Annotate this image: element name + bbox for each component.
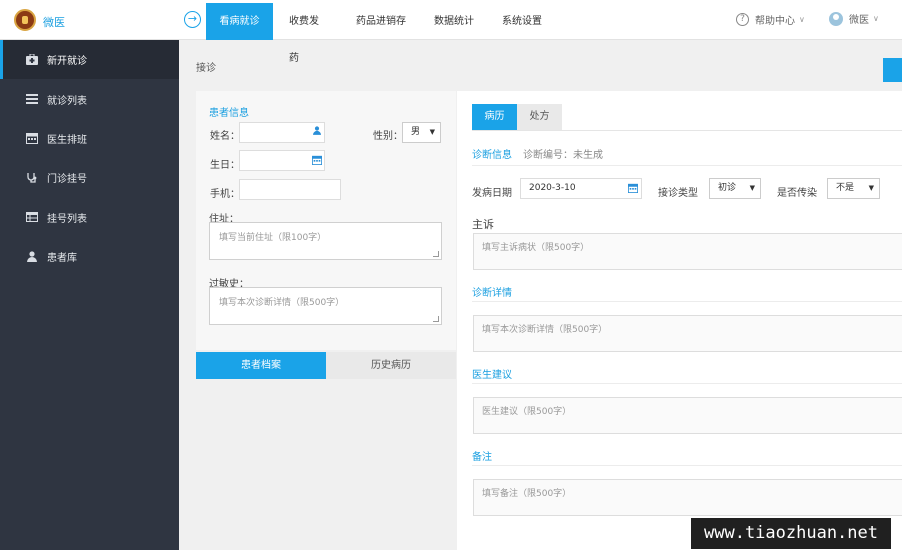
remark-textarea[interactable]: 填写备注（限500字） <box>473 479 902 516</box>
birthday-label: 生日： <box>210 160 240 171</box>
diagnosis-number: 诊断编号：未生成 <box>523 150 603 161</box>
record-tabs: 病历 处方 <box>472 104 562 130</box>
address-placeholder: 填写当前住址（限100字） <box>219 233 327 243</box>
sidebar-item-registration-list[interactable]: 挂号列表 <box>0 198 179 237</box>
contagious-select[interactable]: 不是 ▼ <box>827 178 880 199</box>
logo-icon <box>14 9 36 31</box>
tab-history-records[interactable]: 历史病历 <box>326 352 456 379</box>
action-button-edge[interactable] <box>883 58 902 82</box>
nav-item-inventory[interactable]: 药品进销存 <box>342 3 421 40</box>
onset-date-input[interactable]: 2020-3-10 <box>520 178 642 199</box>
patient-info-title: 患者信息 <box>209 108 249 119</box>
chevron-down-icon: ∨ <box>799 15 805 24</box>
sidebar-item-label: 医生排班 <box>47 134 87 146</box>
tab-medical-record[interactable]: 病历 <box>472 104 517 130</box>
sidebar-item-label: 门诊挂号 <box>47 174 87 186</box>
avatar <box>829 11 843 26</box>
divider <box>472 130 902 131</box>
sidebar-item-visit-list[interactable]: 就诊列表 <box>0 79 179 118</box>
user-name: 微医 <box>849 15 869 26</box>
help-center-label: 帮助中心 <box>755 16 795 27</box>
name-label: 姓名： <box>210 131 240 142</box>
divider <box>472 465 902 466</box>
help-center-menu[interactable]: ? 帮助中心 ∨ <box>736 12 805 27</box>
remark-placeholder: 填写备注（限500字） <box>482 489 572 499</box>
stethoscope-icon <box>26 172 38 184</box>
top-bar: 微医 → 看病就诊 收费发药 药品进销存 数据统计 系统设置 ? 帮助中心 ∨ … <box>0 0 902 64</box>
top-nav: 看病就诊 收费发药 药品进销存 数据统计 系统设置 <box>206 3 569 64</box>
diagnosis-detail-textarea[interactable]: 填写本次诊断详情（限500字） <box>473 315 902 352</box>
diagnosis-detail-title: 诊断详情 <box>472 288 512 299</box>
breadcrumb: 接诊 <box>196 63 216 74</box>
user-icon <box>313 126 321 138</box>
sidebar: 新开就诊 就诊列表 医生排班 门诊挂号 挂号列表 患者库 <box>0 40 179 550</box>
diagnosis-detail-placeholder: 填写本次诊断详情（限500字） <box>482 325 608 335</box>
remark-title: 备注 <box>472 452 492 463</box>
contagious-value: 不是 <box>836 183 855 193</box>
sidebar-item-label: 就诊列表 <box>47 95 87 107</box>
sidebar-item-label: 新开就诊 <box>47 56 87 68</box>
medical-kit-icon <box>26 54 38 66</box>
calendar-icon <box>628 183 638 196</box>
caret-down-icon: ▼ <box>429 128 435 136</box>
visit-type-value: 初诊 <box>718 183 737 193</box>
address-textarea[interactable]: 填写当前住址（限100字） <box>209 222 442 260</box>
gender-label: 性别： <box>373 131 403 142</box>
nav-item-billing[interactable]: 收费发药 <box>273 3 342 64</box>
contagious-label: 是否传染 <box>777 188 817 199</box>
user-icon <box>26 251 38 263</box>
allergy-textarea[interactable]: 填写本次诊断详情（限500字） <box>209 287 442 325</box>
watermark: www.tiaozhuan.net <box>691 518 891 549</box>
sidebar-item-label: 挂号列表 <box>47 213 87 225</box>
onset-date-value: 2020-3-10 <box>529 183 576 193</box>
calendar-icon <box>312 155 322 168</box>
nav-item-settings[interactable]: 系统设置 <box>489 3 569 40</box>
caret-down-icon: ▼ <box>749 184 755 192</box>
nav-item-statistics[interactable]: 数据统计 <box>421 3 489 40</box>
arrow-right-circle-icon[interactable]: → <box>184 11 201 28</box>
tab-prescription[interactable]: 处方 <box>517 104 562 130</box>
allergy-placeholder: 填写本次诊断详情（限500字） <box>219 298 345 308</box>
visit-type-label: 接诊类型 <box>658 188 698 199</box>
list-icon <box>26 93 38 105</box>
sidebar-item-label: 患者库 <box>47 253 77 265</box>
patient-tabs: 患者档案 历史病历 <box>196 352 456 379</box>
chief-complaint-placeholder: 填写主诉病状（限500字） <box>482 243 590 253</box>
phone-label: 手机： <box>210 189 240 200</box>
sidebar-item-patient-library[interactable]: 患者库 <box>0 237 179 276</box>
divider <box>472 383 902 384</box>
calendar-icon <box>26 132 38 145</box>
chief-complaint-textarea[interactable]: 填写主诉病状（限500字） <box>473 233 902 270</box>
visit-type-select[interactable]: 初诊 ▼ <box>709 178 761 199</box>
sidebar-item-doctor-schedule[interactable]: 医生排班 <box>0 119 179 158</box>
sidebar-item-new-visit[interactable]: 新开就诊 <box>0 40 179 80</box>
gender-select[interactable]: 男 ▼ <box>402 122 441 143</box>
tab-patient-archive[interactable]: 患者档案 <box>196 352 326 379</box>
caret-down-icon: ▼ <box>868 184 874 192</box>
diagnosis-info-title: 诊断信息 <box>472 150 512 161</box>
nav-item-consult[interactable]: 看病就诊 <box>206 3 273 40</box>
table-icon <box>26 211 38 223</box>
app-title: 微医 <box>43 16 65 29</box>
doctor-advice-textarea[interactable]: 医生建议（限500字） <box>473 397 902 434</box>
phone-input[interactable] <box>239 179 341 200</box>
doctor-advice-placeholder: 医生建议（限500字） <box>482 407 572 417</box>
gender-value: 男 <box>411 127 421 137</box>
onset-date-label: 发病日期 <box>472 188 512 199</box>
divider <box>472 301 902 302</box>
sidebar-item-registration[interactable]: 门诊挂号 <box>0 158 179 197</box>
divider <box>472 165 902 166</box>
question-icon: ? <box>736 13 749 26</box>
chevron-down-icon: ∨ <box>873 14 879 23</box>
user-menu[interactable]: 微医 ∨ <box>829 11 879 26</box>
chief-complaint-label: 主诉 <box>472 218 494 231</box>
doctor-advice-title: 医生建议 <box>472 370 512 381</box>
